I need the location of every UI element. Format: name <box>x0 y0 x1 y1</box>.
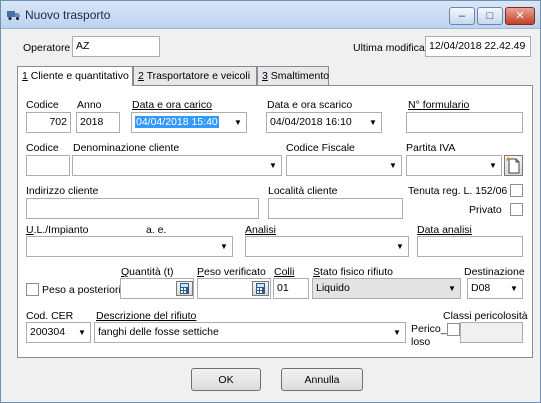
anno-field[interactable]: 2018 <box>76 112 120 133</box>
quantita-label: Quantità (t) <box>121 266 174 278</box>
dropdown-arrow-icon: ▼ <box>220 242 228 251</box>
stato-fisico-label: Stato fisico rifiuto <box>313 266 393 278</box>
indirizzo-label: Indirizzo cliente <box>26 185 99 197</box>
classi-pericolosita-field <box>460 322 523 343</box>
new-document-icon <box>506 156 520 174</box>
peso-calculator-button[interactable] <box>252 281 269 296</box>
colli-label: Colli <box>274 266 295 278</box>
dropdown-arrow-icon: ▼ <box>510 284 518 293</box>
close-button[interactable]: ✕ <box>505 7 535 25</box>
codice-field[interactable]: 702 <box>26 112 71 133</box>
data-analisi-field[interactable] <box>417 236 523 257</box>
formulario-label: N° formulario <box>408 99 470 111</box>
formulario-field[interactable] <box>406 112 523 133</box>
colli-field[interactable]: 01 <box>273 278 309 299</box>
operatore-field[interactable]: AZ <box>72 36 160 57</box>
localita-field[interactable] <box>268 198 403 219</box>
minimize-icon: – <box>458 10 466 22</box>
window-title: Nuovo trasporto <box>25 8 111 22</box>
maximize-icon: □ <box>486 10 494 22</box>
ok-button[interactable]: OK <box>191 368 261 391</box>
dropdown-arrow-icon: ▼ <box>369 118 377 127</box>
descrizione-value: fanghi delle fosse settiche <box>98 326 219 338</box>
descrizione-rifiuto-combo[interactable]: fanghi delle fosse settiche ▼ <box>94 322 406 343</box>
calculator-icon <box>256 283 265 294</box>
truck-icon <box>7 11 20 21</box>
peso-verificato-label: Peso verificato <box>197 266 266 278</box>
peso-posteriori-label: Peso a posteriori <box>42 284 121 296</box>
privato-label: Privato <box>469 204 502 216</box>
destinazione-value: D08 <box>471 282 491 294</box>
partita-iva-combo[interactable]: ▼ <box>406 155 502 176</box>
localita-label: Località cliente <box>268 185 338 197</box>
partita-iva-label: Partita IVA <box>406 142 456 154</box>
data-scarico-picker[interactable]: 04/04/2018 16:10 ▼ <box>266 112 382 133</box>
tab-smaltimento[interactable]: 3 Smaltimento <box>257 66 329 85</box>
tab-cliente-quantitativo[interactable]: 1 Cliente e quantitativo <box>17 66 133 86</box>
new-cliente-button[interactable] <box>504 155 523 176</box>
denominazione-cliente-combo[interactable]: ▼ <box>72 155 282 176</box>
dropdown-arrow-icon: ▼ <box>78 328 86 337</box>
ae-label: a. e. <box>146 224 167 236</box>
anno-label: Anno <box>77 99 102 111</box>
data-carico-value: 04/04/2018 15:40 <box>135 116 219 128</box>
dropdown-arrow-icon: ▼ <box>489 161 497 170</box>
classi-pericolosita-label: Classi pericolosità <box>443 310 528 322</box>
data-carico-label: Data e ora carico <box>132 99 212 111</box>
cer-combo[interactable]: 200304 ▼ <box>26 322 91 343</box>
cliente-codice-field[interactable] <box>26 155 70 176</box>
data-scarico-value: 04/04/2018 16:10 <box>270 116 352 128</box>
indirizzo-field[interactable] <box>26 198 259 219</box>
cer-label: Cod. CER <box>26 310 74 322</box>
analisi-combo[interactable]: ▼ <box>245 236 409 257</box>
codice-label: Codice <box>26 99 59 111</box>
stato-fisico-value: Liquido <box>316 282 350 294</box>
ul-impianto-combo[interactable]: ▼ <box>26 236 233 257</box>
pericoloso-label-line2: loso <box>411 336 431 348</box>
tenuta-label: Tenuta reg. L. 152/06 <box>408 185 508 197</box>
pericoloso-checkbox[interactable] <box>447 323 460 336</box>
close-icon: ✕ <box>515 10 525 22</box>
maximize-button[interactable]: □ <box>477 7 503 25</box>
tenuta-checkbox[interactable] <box>510 184 523 197</box>
data-analisi-label: Data analisi <box>417 224 472 236</box>
privato-checkbox[interactable] <box>510 203 523 216</box>
annulla-button[interactable]: Annulla <box>281 368 363 391</box>
dropdown-arrow-icon: ▼ <box>234 118 242 127</box>
calculator-icon <box>180 283 189 294</box>
destinazione-label: Destinazione <box>464 266 525 278</box>
quantita-calculator-button[interactable] <box>176 281 193 296</box>
title-bar[interactable]: Nuovo trasporto – □ ✕ <box>1 1 540 29</box>
pericoloso-label: Perico_ <box>411 323 447 335</box>
data-scarico-label: Data e ora scarico <box>267 99 353 111</box>
peso-posteriori-checkbox[interactable] <box>26 283 39 296</box>
codice-fiscale-label: Codice Fiscale <box>286 142 355 154</box>
tab-trasportatore-veicoli[interactable]: 2 Trasportatore e veicoli <box>133 66 257 85</box>
cer-value: 200304 <box>30 326 66 338</box>
cliente-codice-label: Codice <box>26 142 59 154</box>
analisi-label: Analisi <box>245 224 276 236</box>
dropdown-arrow-icon: ▼ <box>393 328 401 337</box>
dropdown-arrow-icon: ▼ <box>269 161 277 170</box>
ul-impianto-label: U.L./Impianto <box>26 224 89 236</box>
ultima-modifica-label: Ultima modifica <box>353 42 425 54</box>
dropdown-arrow-icon: ▼ <box>389 161 397 170</box>
data-carico-picker[interactable]: 04/04/2018 15:40 ▼ <box>131 112 247 133</box>
denominazione-label: Denominazione cliente <box>73 142 180 154</box>
minimize-button[interactable]: – <box>449 7 475 25</box>
dialog-window: Nuovo trasporto – □ ✕ Operatore AZ Ultim… <box>0 0 541 403</box>
dropdown-arrow-icon: ▼ <box>448 284 456 293</box>
operatore-label: Operatore <box>23 42 71 54</box>
codice-fiscale-combo[interactable]: ▼ <box>286 155 402 176</box>
dropdown-arrow-icon: ▼ <box>396 242 404 251</box>
descrizione-label: Descrizione del rifiuto <box>96 310 197 322</box>
destinazione-combo[interactable]: D08 ▼ <box>467 278 523 299</box>
stato-fisico-combo[interactable]: Liquido ▼ <box>312 278 461 299</box>
ultima-modifica-field: 12/04/2018 22.42.49 <box>425 36 531 57</box>
